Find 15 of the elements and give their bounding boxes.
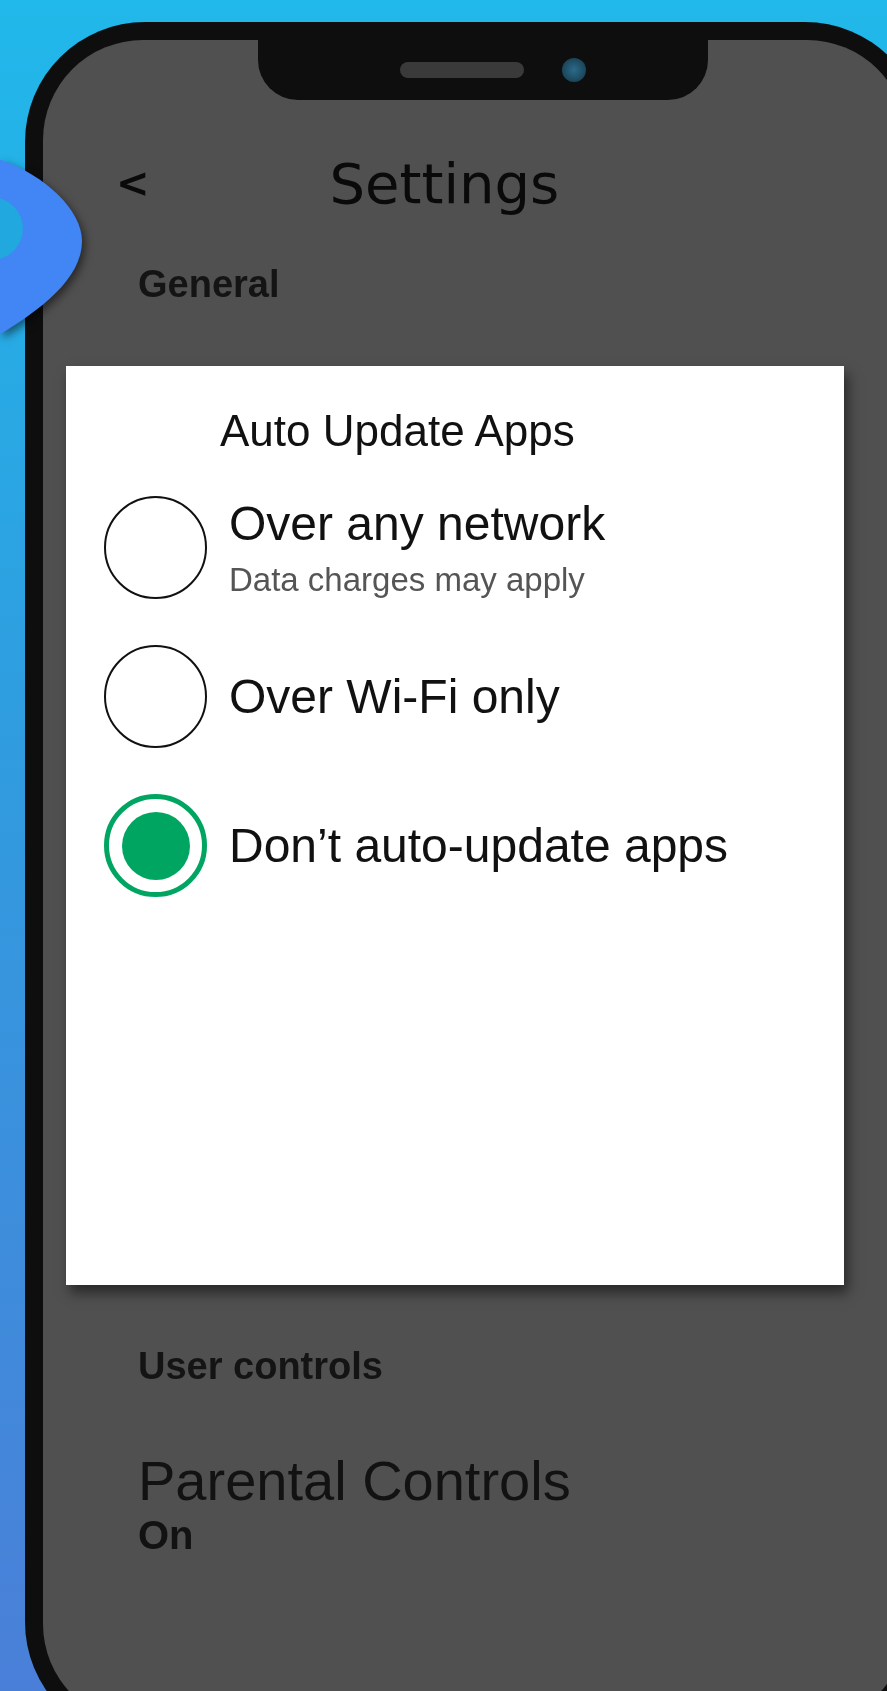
option-label: Over any network	[229, 496, 606, 551]
radio-button[interactable]	[104, 496, 207, 599]
screen-title: Settings	[329, 150, 560, 216]
speaker-icon	[400, 62, 524, 78]
radio-button[interactable]	[104, 645, 207, 748]
radio-button[interactable]	[104, 794, 207, 897]
camera-icon	[562, 58, 586, 82]
back-button[interactable]: <	[116, 160, 150, 206]
settings-item[interactable]: Parental Controls On	[138, 1448, 571, 1558]
section-label: User controls	[138, 1345, 384, 1388]
option-label: Over Wi-Fi only	[229, 669, 560, 724]
section-label: General	[138, 263, 281, 306]
option-subtitle: Data charges may apply	[229, 561, 586, 599]
option-label: Don’t auto-update apps	[229, 818, 729, 873]
dialog-title: Auto Update Apps	[220, 406, 576, 456]
